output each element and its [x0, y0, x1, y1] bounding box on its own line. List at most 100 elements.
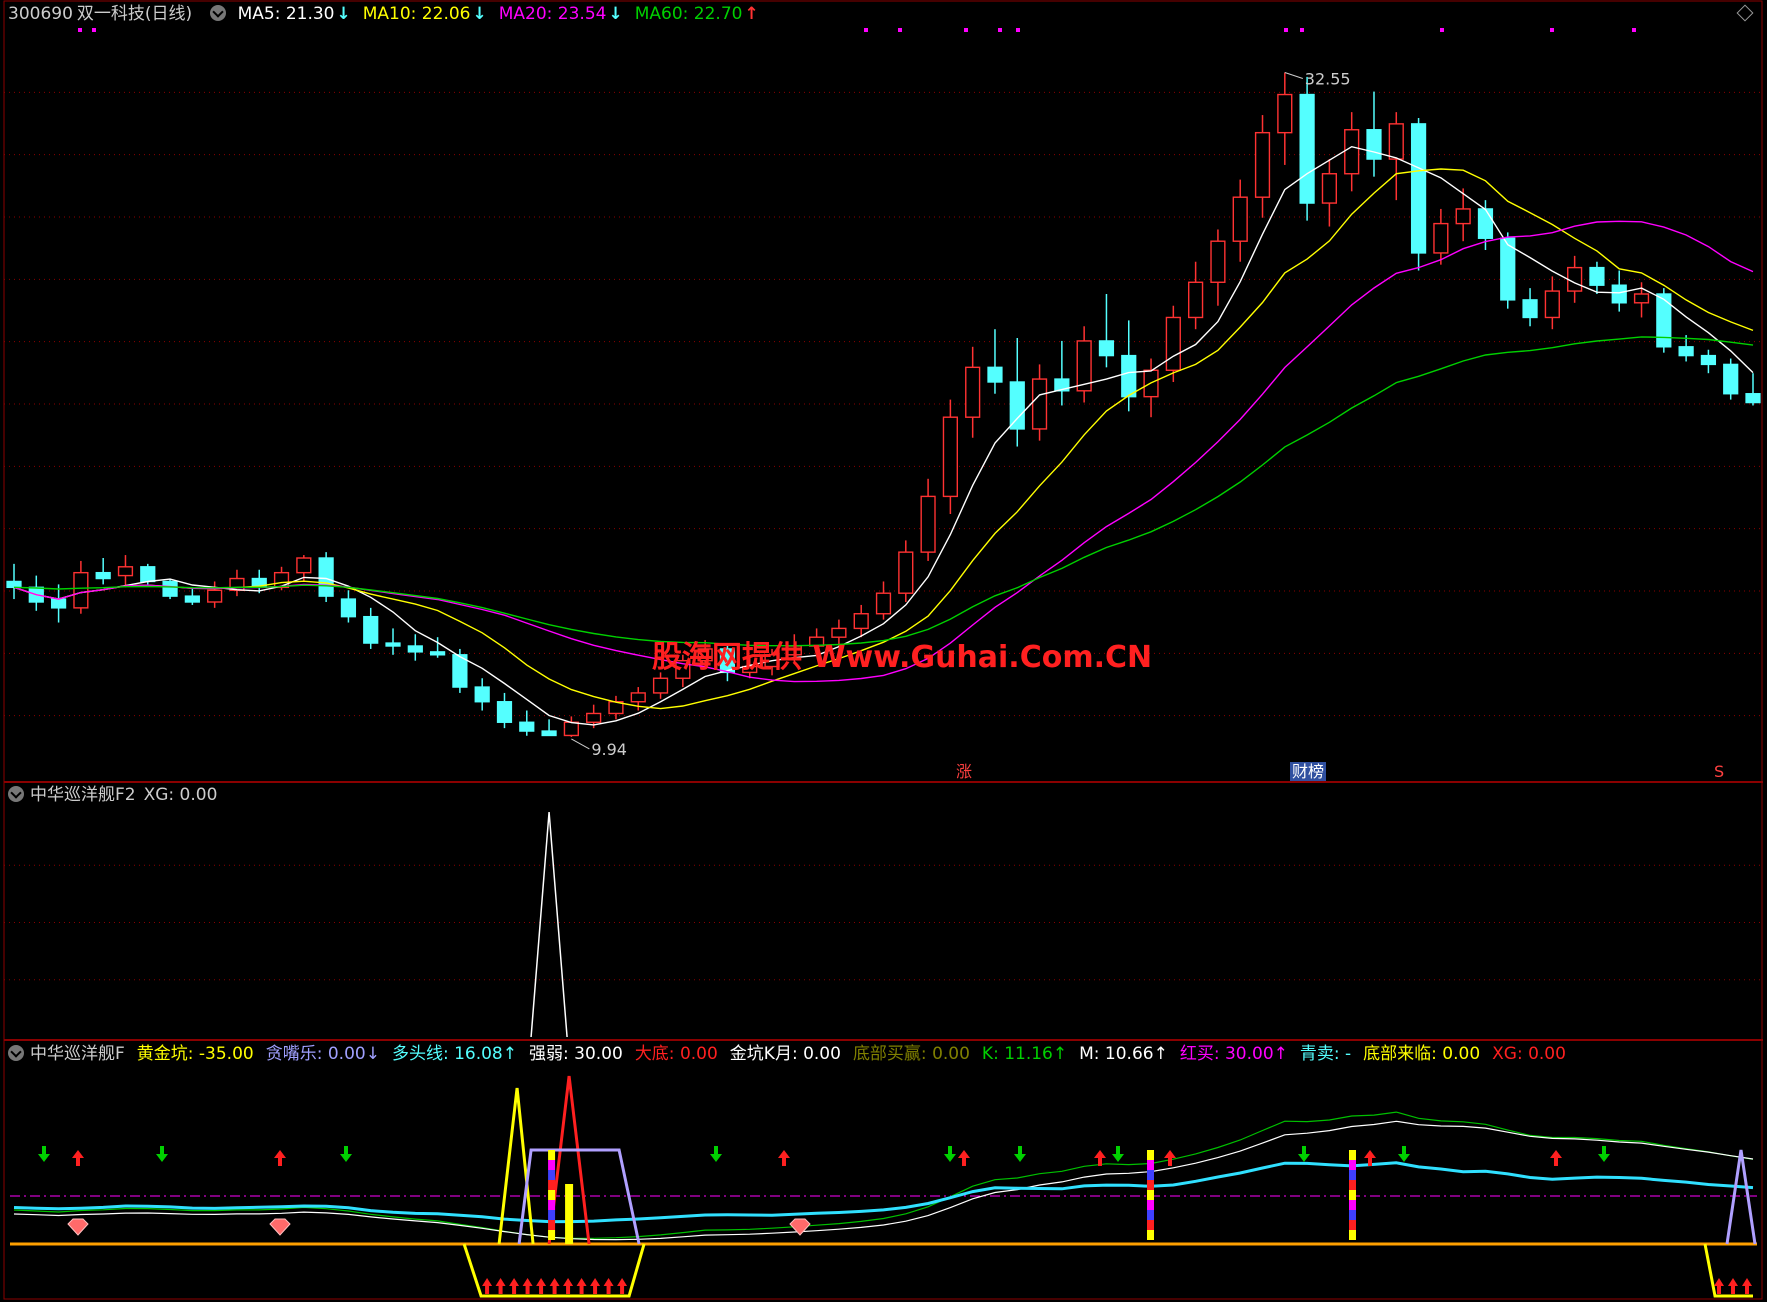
candle-body	[1299, 93, 1315, 204]
signal-bar-segment	[1349, 1220, 1356, 1230]
candle-body	[519, 721, 535, 732]
signal-dot	[1632, 28, 1636, 32]
indicator-legend-item: 强弱: 30.00	[529, 1044, 623, 1064]
buy-arrow-icon	[495, 1278, 506, 1294]
gem-icon	[67, 1218, 89, 1236]
candle-body	[1567, 266, 1583, 292]
indicator-legend-item: M: 10.66↑	[1079, 1044, 1168, 1064]
panel2-gear-icon[interactable]	[8, 786, 24, 802]
settings-gear-icon[interactable]	[210, 5, 227, 21]
candle-body	[1031, 378, 1048, 430]
buy-arrow-icon	[617, 1278, 628, 1294]
signal-bar-segment	[548, 1190, 556, 1200]
red-up-arrow-icon	[1164, 1150, 1176, 1166]
indicator-legend-item: 底部来临: 0.00	[1363, 1044, 1481, 1064]
red-up-arrow-icon	[778, 1150, 790, 1166]
panel3-gear-icon[interactable]	[8, 1045, 24, 1061]
duotou-line	[13, 1161, 1754, 1224]
candle-body	[1121, 354, 1137, 398]
signal-bar-segment	[1147, 1160, 1154, 1170]
candle-body	[1410, 123, 1427, 254]
signal-bar-segment	[1147, 1170, 1154, 1180]
candle-body	[429, 651, 446, 656]
tanzuile-peak	[1725, 1149, 1757, 1245]
panel3-legend: 中华巡洋舰F 黄金坑: -35.00 贪嘴乐: 0.00↓ 多头线: 16.08↑ 强弱…	[30, 1044, 1578, 1064]
signal-bar-segment	[1147, 1230, 1154, 1240]
candle-body	[1344, 129, 1360, 175]
signal-dot	[964, 28, 968, 32]
signal-bar-segment	[1147, 1200, 1154, 1210]
candle-body	[586, 712, 602, 723]
ma-legend-item: MA5: 21.30 ↓	[237, 4, 351, 24]
ma-trend-arrow: ↓	[336, 4, 351, 24]
candle-body	[1678, 346, 1694, 357]
signal-bar-segment	[1147, 1190, 1154, 1200]
signal-dot	[864, 28, 868, 32]
signal-bar-segment	[1349, 1210, 1356, 1220]
signal-dot	[898, 28, 902, 32]
panel2-name: 中华巡洋舰F2	[30, 785, 136, 805]
candle-body	[50, 598, 67, 609]
candle-body	[273, 571, 290, 589]
signal-dot	[1284, 28, 1288, 32]
candle-body	[898, 551, 914, 594]
green-down-arrow-icon	[340, 1146, 352, 1162]
candle-body	[1745, 393, 1761, 404]
signal-bar-segment	[1349, 1180, 1356, 1190]
signal-dot	[1550, 28, 1554, 32]
candle-body	[207, 589, 223, 603]
signal-bar-segment	[1349, 1230, 1356, 1240]
red-up-arrow-icon	[1550, 1150, 1562, 1166]
ma-legend: MA5: 21.30 ↓ MA10: 22.06 ↓ MA20: 23.54 ↓ MA60:…	[238, 4, 771, 24]
candle-body	[630, 692, 646, 703]
buy-arrow-icon	[590, 1278, 601, 1294]
ma-legend-item: MA20: 23.54 ↓	[498, 4, 623, 24]
buy-arrow-icon	[1728, 1278, 1738, 1294]
signal-bar-segment	[1349, 1150, 1356, 1160]
signal-bar-segment	[1147, 1220, 1154, 1230]
badge-caibang[interactable]: 财榜	[1290, 762, 1327, 781]
candle-body	[1656, 293, 1672, 348]
candle-body	[1433, 222, 1449, 254]
candle-body	[95, 571, 111, 580]
candle-body	[1633, 293, 1650, 304]
candle-body	[117, 566, 134, 577]
indicator-legend-item: 金坑K月: 0.00	[729, 1044, 841, 1064]
signal-bar-segment	[1147, 1210, 1154, 1220]
candle-body	[474, 686, 490, 703]
green-down-arrow-icon	[944, 1146, 956, 1162]
panel2-header: 中华巡洋舰F2 XG: 0.00	[0, 783, 227, 807]
indicator-legend-item: 底部买赢: 0.00	[852, 1044, 970, 1064]
candle-body	[853, 613, 869, 630]
stock-name: 双一科技	[76, 4, 145, 24]
high-price-label: 32.55	[1305, 70, 1351, 89]
candle-body	[1277, 93, 1293, 134]
high-marker	[1284, 72, 1303, 80]
candle-body	[1165, 316, 1181, 371]
badge-s[interactable]: S	[1712, 762, 1726, 781]
candle-body	[1455, 208, 1471, 225]
candle-body	[73, 571, 89, 609]
candle-body	[965, 366, 981, 418]
buy-arrow-icon	[603, 1278, 614, 1294]
buy-arrow-icon	[563, 1278, 574, 1294]
green-down-arrow-icon	[1014, 1146, 1026, 1162]
candle-body	[1009, 381, 1025, 430]
buy-arrow-icon	[509, 1278, 520, 1294]
main-header: 300690 双一科技(日线) MA5: 21.30 ↓ MA10: 22.06 ↓ MA…	[0, 2, 771, 26]
signal-bar-segment	[548, 1170, 556, 1180]
indicator-legend-item: 多头线: 16.08↑	[391, 1044, 517, 1064]
indicator-legend-item: 中华巡洋舰F	[30, 1044, 125, 1064]
indicator-legend-item: K: 11.16↑	[981, 1044, 1068, 1064]
candle-body	[496, 701, 513, 723]
badge-zhang[interactable]: 涨	[954, 762, 974, 781]
green-down-arrow-icon	[1598, 1146, 1610, 1162]
candle-body	[1589, 266, 1605, 286]
ma10-line	[13, 168, 1754, 710]
ma-legend-item: MA60: 22.70 ↑	[634, 4, 759, 24]
candle-body	[407, 645, 423, 653]
ma-trend-arrow: ↓	[608, 4, 623, 24]
ma-trend-arrow: ↑	[744, 4, 759, 24]
candle-body	[363, 615, 379, 644]
signal-bar-segment	[548, 1200, 556, 1210]
